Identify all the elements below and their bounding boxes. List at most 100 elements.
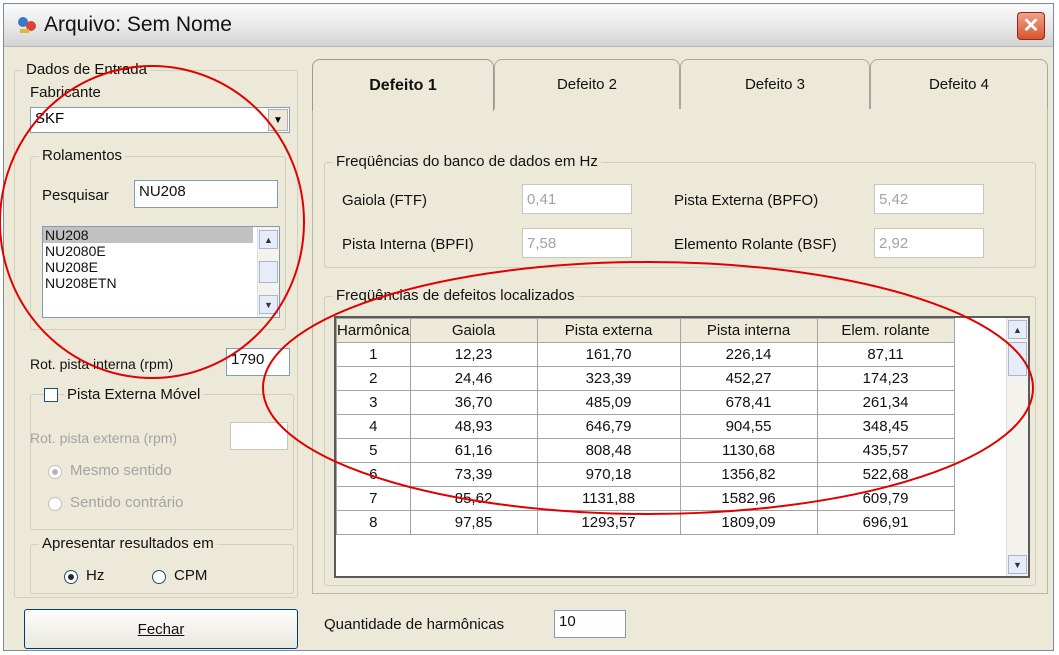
rot-externa-input[interactable] [230, 422, 288, 450]
tab-defeito-2[interactable]: Defeito 2 [494, 59, 680, 109]
main-window: Arquivo: Sem Nome ✕ Dados de Entrada Fab… [3, 3, 1054, 651]
table-cell: 7 [336, 486, 411, 511]
scroll-down-icon[interactable]: ▼ [1008, 555, 1027, 574]
column-header-gaiola[interactable]: Gaiola [409, 318, 538, 343]
pista-externa-movel-checkbox[interactable] [44, 388, 58, 402]
table-cell: 646,79 [536, 414, 681, 439]
gaiola-ftf-field: 0,41 [522, 184, 632, 214]
harmonics-grid[interactable]: Harmônica Gaiola Pista externa Pista int… [334, 316, 1030, 578]
list-item[interactable]: NU208E [43, 259, 279, 275]
bpfo-field: 5,42 [874, 184, 984, 214]
table-cell: 12,23 [409, 342, 538, 367]
resultados-group: Apresentar resultados em [30, 535, 294, 594]
scroll-up-icon[interactable]: ▲ [259, 230, 278, 249]
pesquisar-input[interactable]: NU208 [134, 180, 278, 208]
table-row[interactable]: 4 48,93 646,79 904,55 348,45 [336, 414, 955, 439]
column-header-pista-externa[interactable]: Pista externa [536, 318, 681, 343]
bsf-label: Elemento Rolante (BSF) [674, 236, 837, 253]
table-row[interactable]: 8 97,85 1293,57 1809,09 696,91 [336, 510, 955, 535]
cpm-label: CPM [174, 567, 208, 584]
grid-scrollbar[interactable]: ▲ ▼ [1006, 318, 1028, 576]
table-cell: 61,16 [409, 438, 538, 463]
table-cell: 36,70 [409, 390, 538, 415]
table-row[interactable]: 7 85,62 1131,88 1582,96 609,79 [336, 486, 955, 511]
table-cell: 323,39 [536, 366, 681, 391]
table-cell: 435,57 [816, 438, 955, 463]
fabricante-label: Fabricante [30, 84, 101, 101]
table-row[interactable]: 3 36,70 485,09 678,41 261,34 [336, 390, 955, 415]
table-cell: 1130,68 [679, 438, 818, 463]
table-row[interactable]: 5 61,16 808,48 1130,68 435,57 [336, 438, 955, 463]
scroll-thumb[interactable] [259, 261, 278, 283]
table-row[interactable]: 2 24,46 323,39 452,27 174,23 [336, 366, 955, 391]
hz-label: Hz [86, 567, 105, 584]
rolamentos-listbox[interactable]: NU208 NU2080E NU208E NU208ETN ▲ ▼ [42, 226, 280, 318]
bpfi-field: 7,58 [522, 228, 632, 258]
dados-entrada-legend: Dados de Entrada [23, 61, 150, 78]
table-header-row: Harmônica Gaiola Pista externa Pista int… [336, 318, 955, 343]
rot-interna-label: Rot. pista interna (rpm) [30, 356, 174, 372]
table-cell: 87,11 [816, 342, 955, 367]
scroll-up-icon[interactable]: ▲ [1008, 320, 1027, 339]
list-item[interactable]: NU208 [43, 227, 253, 243]
gaiola-ftf-label: Gaiola (FTF) [342, 192, 428, 209]
rot-externa-label: Rot. pista externa (rpm) [30, 430, 178, 446]
resultados-legend: Apresentar resultados em [39, 535, 217, 552]
table-cell: 696,91 [816, 510, 955, 535]
tab-defeito-1[interactable]: Defeito 1 [312, 59, 494, 111]
harmonicas-input[interactable]: 10 [554, 610, 626, 638]
table-cell: 97,85 [409, 510, 538, 535]
list-item[interactable]: NU208ETN [43, 275, 279, 291]
bpfi-label: Pista Interna (BPFI) [342, 236, 474, 253]
fabricante-value: SKF [35, 110, 65, 127]
table-cell: 1356,82 [679, 462, 818, 487]
column-header-elem-rolante[interactable]: Elem. rolante [816, 318, 955, 343]
fechar-button[interactable]: Fechar [24, 609, 298, 649]
pista-externa-movel-label: Pista Externa Móvel [64, 386, 204, 403]
harmonicas-label: Quantidade de harmônicas [324, 616, 505, 633]
table-cell: 904,55 [679, 414, 818, 439]
column-header-harmonica[interactable]: Harmônica [336, 318, 411, 343]
scroll-down-icon[interactable]: ▼ [259, 295, 278, 314]
hz-radio[interactable] [64, 570, 78, 584]
defeitos-localizados-legend: Freqüências de defeitos localizados [333, 287, 578, 304]
pesquisar-label: Pesquisar [42, 187, 109, 204]
tab-defeito-4[interactable]: Defeito 4 [870, 59, 1048, 109]
table-cell: 174,23 [816, 366, 955, 391]
app-icon [18, 17, 36, 33]
sentido-contrario-label: Sentido contrário [70, 494, 184, 511]
sentido-contrario-radio[interactable] [48, 497, 62, 511]
title-bar[interactable]: Arquivo: Sem Nome ✕ [4, 4, 1053, 47]
cpm-radio[interactable] [152, 570, 166, 584]
tab-defeito-3[interactable]: Defeito 3 [680, 59, 870, 109]
table-cell: 1131,88 [536, 486, 681, 511]
list-scrollbar[interactable]: ▲ ▼ [257, 227, 279, 317]
table-cell: 609,79 [816, 486, 955, 511]
column-header-pista-interna[interactable]: Pista interna [679, 318, 818, 343]
table-row[interactable]: 1 12,23 161,70 226,14 87,11 [336, 342, 955, 367]
table-row[interactable]: 6 73,39 970,18 1356,82 522,68 [336, 462, 955, 487]
table-cell: 1809,09 [679, 510, 818, 535]
bpfo-label: Pista Externa (BPFO) [674, 192, 819, 209]
close-button[interactable]: ✕ [1017, 12, 1045, 40]
bsf-field: 2,92 [874, 228, 984, 258]
mesmo-sentido-label: Mesmo sentido [70, 462, 172, 479]
scroll-thumb[interactable] [1008, 342, 1027, 376]
table-cell: 678,41 [679, 390, 818, 415]
table-cell: 522,68 [816, 462, 955, 487]
table-cell: 85,62 [409, 486, 538, 511]
table-cell: 970,18 [536, 462, 681, 487]
table-cell: 348,45 [816, 414, 955, 439]
window-title: Arquivo: Sem Nome [44, 13, 232, 36]
banco-dados-legend: Freqüências do banco de dados em Hz [333, 153, 601, 170]
mesmo-sentido-radio[interactable] [48, 465, 62, 479]
table-cell: 452,27 [679, 366, 818, 391]
fabricante-select[interactable]: SKF ▼ [30, 107, 290, 133]
table-cell: 8 [336, 510, 411, 535]
table-cell: 1293,57 [536, 510, 681, 535]
table-cell: 485,09 [536, 390, 681, 415]
chevron-down-icon[interactable]: ▼ [268, 109, 288, 131]
table-cell: 261,34 [816, 390, 955, 415]
list-item[interactable]: NU2080E [43, 243, 279, 259]
rot-interna-input[interactable]: 1790 [226, 348, 290, 376]
